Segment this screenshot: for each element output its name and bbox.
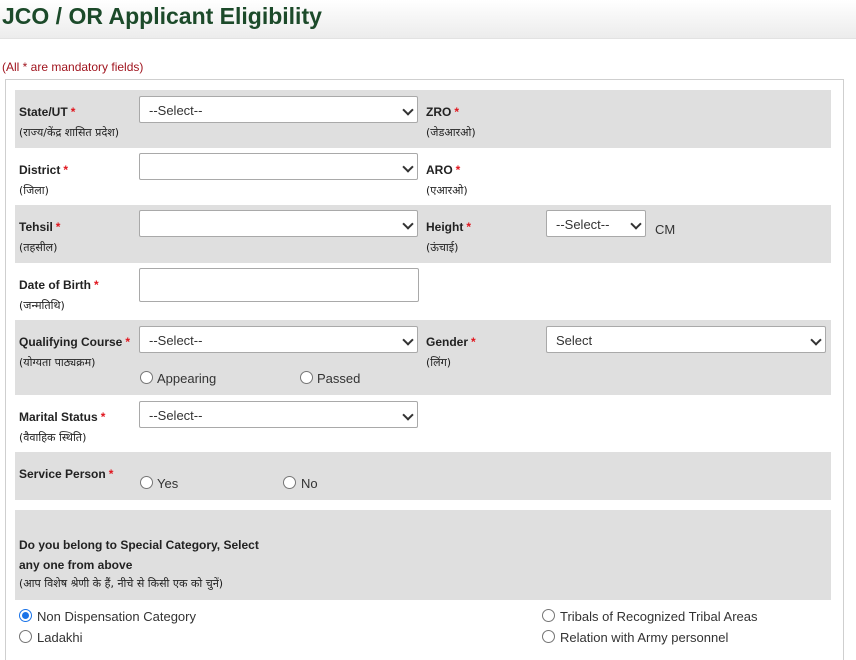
height-hindi-label: (ऊंचाई) [426,241,459,254]
service-yes-radio[interactable] [140,476,153,489]
service-no-radio[interactable] [283,476,296,489]
state-select[interactable]: --Select-- [139,96,418,123]
aro-hindi-label: (एआरओ) [426,184,468,197]
chevron-down-icon [402,218,414,230]
aro-label: ARO * [426,163,461,177]
chevron-down-icon [402,104,414,116]
dob-hindi-label: (जन्मतिथि) [19,299,65,312]
dob-input[interactable] [139,268,419,302]
row-special-category: Do you belong to Special Category, Selec… [15,510,831,600]
special-category-question: Do you belong to Special Category, Selec… [19,538,259,552]
district-label: District * [19,163,69,177]
passed-label: Passed [317,371,361,386]
gender-label: Gender * [426,335,476,349]
height-select[interactable]: --Select-- [546,210,646,237]
appearing-radio[interactable] [140,371,153,384]
service-yes-label: Yes [157,476,179,491]
zro-hindi-label: (जेडआरओ) [426,126,476,139]
page-title: JCO / OR Applicant Eligibility [2,3,322,29]
tehsil-select[interactable] [139,210,418,237]
special-category-hindi-label: (आप विशेष श्रेणी के हैं, नीचे से किसी एक… [19,577,224,590]
chevron-down-icon [810,334,822,346]
row-district: District * (जिला) ARO * (एआरओ) [15,148,831,205]
marital-status-select[interactable]: --Select-- [139,401,418,428]
row-qualifying-course: Qualifying Course * (योग्यता पाठ्यक्रम) -… [15,320,831,395]
district-hindi-label: (जिला) [19,184,49,197]
tribals-label: Tribals of Recognized Tribal Areas [560,609,758,624]
qualifying-course-select[interactable]: --Select-- [139,326,418,353]
passed-radio[interactable] [300,371,313,384]
qualifying-course-label: Qualifying Course * [19,335,131,349]
gender-select[interactable]: Select [546,326,826,353]
chevron-down-icon [402,161,414,173]
row-tehsil: Tehsil * (तहसील) Height * (ऊंचाई) --Select… [15,205,831,263]
chevron-down-icon [402,334,414,346]
service-person-label: Service Person * [19,467,114,481]
non-dispensation-radio[interactable] [19,609,32,622]
army-relation-radio[interactable] [542,630,555,643]
row-service-person: Service Person * Yes No [15,452,831,500]
service-no-label: No [301,476,318,491]
mandatory-note: (All * are mandatory fields) [2,60,144,74]
army-relation-label: Relation with Army personnel [560,630,729,645]
non-dispensation-label: Non Dispensation Category [37,609,196,624]
height-unit: CM [655,222,676,237]
ladakhi-label: Ladakhi [37,630,83,645]
dob-label: Date of Birth * [19,278,99,292]
zro-label: ZRO * [426,105,460,119]
tribals-radio[interactable] [542,609,555,622]
row-dob: Date of Birth * (जन्मतिथि) [15,263,831,320]
ladakhi-radio[interactable] [19,630,32,643]
tehsil-label: Tehsil * [19,220,61,234]
header-bar: JCO / OR Applicant Eligibility [0,0,856,39]
special-category-question-cont: any one from above [19,558,133,572]
chevron-down-icon [402,409,414,421]
height-label: Height * [426,220,472,234]
chevron-down-icon [630,218,642,230]
district-select[interactable] [139,153,418,180]
row-state: State/UT * (राज्य/केंद्र शासित प्रदेश) --… [15,90,831,148]
marital-status-hindi-label: (वैवाहिक स्थिति) [19,431,87,444]
row-marital-status: Marital Status * (वैवाहिक स्थिति) --Selec… [15,395,831,452]
state-label: State/UT * [19,105,76,119]
state-hindi-label: (राज्य/केंद्र शासित प्रदेश) [19,126,120,139]
marital-status-label: Marital Status * [19,410,106,424]
qualifying-course-hindi-label: (योग्यता पाठ्यक्रम) [19,356,96,369]
gender-hindi-label: (लिंग) [426,356,452,369]
tehsil-hindi-label: (तहसील) [19,241,58,254]
appearing-label: Appearing [157,371,217,386]
